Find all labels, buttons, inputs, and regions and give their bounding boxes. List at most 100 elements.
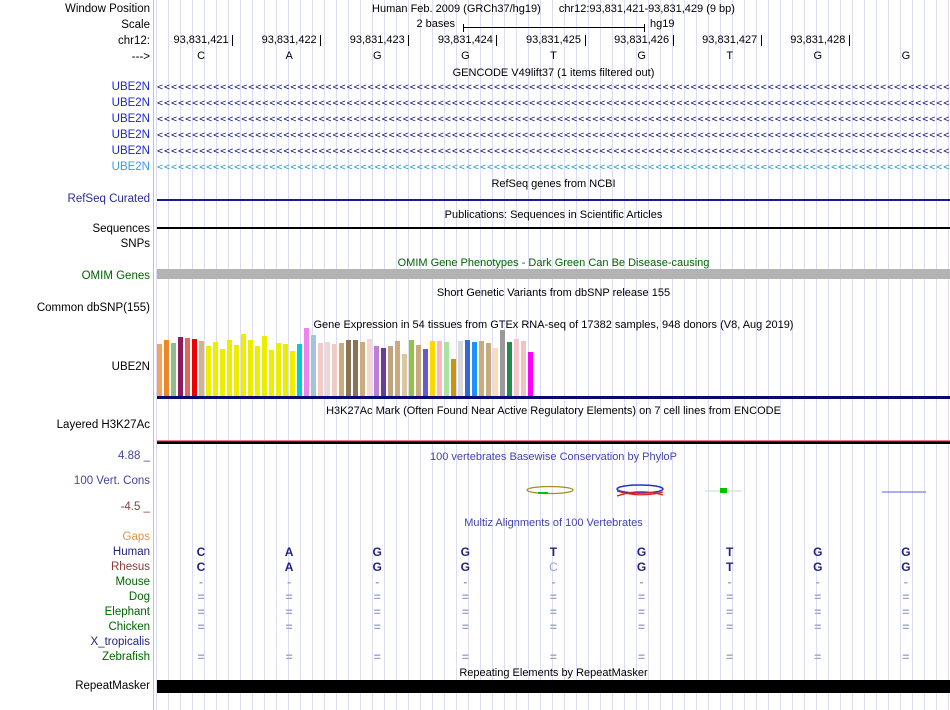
multiz-aligned-base: = — [686, 591, 774, 604]
gencode-transcript-label[interactable]: UBE2N — [0, 128, 150, 142]
gtex-tissue-bar[interactable] — [164, 340, 169, 396]
repeatmasker-label[interactable]: RepeatMasker — [0, 679, 150, 693]
gtex-tissue-bar[interactable] — [269, 350, 274, 396]
gtex-tissue-bar[interactable] — [332, 344, 337, 396]
gtex-tissue-bar[interactable] — [402, 354, 407, 396]
gencode-transcript-label[interactable]: UBE2N — [0, 160, 150, 174]
gtex-tissue-bar[interactable] — [458, 341, 463, 396]
multiz-species-label[interactable]: Gaps — [0, 530, 150, 544]
common-dbsnp-label[interactable]: Common dbSNP(155) — [0, 301, 150, 315]
gtex-tissue-bar[interactable] — [451, 359, 456, 396]
gencode-transcript-line[interactable]: <<<<<<<<<<<<<<<<<<<<<<<<<<<<<<<<<<<<<<<<… — [157, 97, 950, 110]
refseq-curated-gene-line[interactable] — [157, 199, 950, 201]
gencode-transcript-label[interactable]: UBE2N — [0, 96, 150, 110]
gtex-tissue-bar[interactable] — [171, 343, 176, 396]
gtex-tissue-bar[interactable] — [486, 343, 491, 396]
multiz-aligned-base: G — [333, 561, 421, 574]
gtex-tissue-bar[interactable] — [290, 351, 295, 396]
gtex-tissue-bar[interactable] — [416, 345, 421, 396]
gtex-tissue-bar[interactable] — [311, 335, 316, 396]
gtex-tissue-bar[interactable] — [213, 342, 218, 396]
gtex-tissue-bar[interactable] — [241, 334, 246, 396]
h3k27ac-signal-line-black[interactable] — [157, 442, 950, 444]
multiz-species-label[interactable]: Rhesus — [0, 560, 150, 574]
omim-gene-bar[interactable] — [157, 269, 950, 279]
gencode-transcript-label[interactable]: UBE2N — [0, 112, 150, 126]
gtex-tissue-bar[interactable] — [206, 346, 211, 396]
gtex-gene-model-line[interactable] — [157, 396, 950, 399]
gtex-tissue-bar[interactable] — [283, 344, 288, 396]
multiz-species-label[interactable]: Chicken — [0, 620, 150, 634]
gtex-tissue-bar[interactable] — [318, 343, 323, 396]
snps-label[interactable]: SNPs — [0, 237, 150, 251]
gencode-transcript-line[interactable]: <<<<<<<<<<<<<<<<<<<<<<<<<<<<<<<<<<<<<<<<… — [157, 113, 950, 126]
multiz-aligned-base: G — [421, 561, 509, 574]
multiz-species-label[interactable]: Dog — [0, 590, 150, 604]
gtex-tissue-bar[interactable] — [367, 339, 372, 396]
gencode-transcript-line[interactable]: <<<<<<<<<<<<<<<<<<<<<<<<<<<<<<<<<<<<<<<<… — [157, 129, 950, 142]
gtex-tissue-bar[interactable] — [409, 340, 414, 396]
gtex-tissue-bar[interactable] — [227, 340, 232, 396]
gtex-tissue-bar[interactable] — [353, 340, 358, 396]
gtex-tissue-bar[interactable] — [199, 341, 204, 396]
gtex-tissue-bar[interactable] — [234, 345, 239, 396]
ruler-base-letter: G — [598, 50, 686, 63]
gtex-tissue-bar[interactable] — [479, 341, 484, 396]
multiz-species-label[interactable]: X_tropicalis — [0, 635, 150, 649]
sequences-item-line[interactable] — [157, 227, 950, 229]
multiz-species-label[interactable]: Mouse — [0, 575, 150, 589]
gtex-tissue-bar[interactable] — [304, 328, 309, 396]
gtex-tissue-bar[interactable] — [276, 343, 281, 396]
gtex-tissue-bar[interactable] — [374, 346, 379, 396]
gtex-tissue-bar[interactable] — [185, 338, 190, 396]
gtex-tissue-bar[interactable] — [395, 341, 400, 396]
gtex-tissue-bar[interactable] — [437, 341, 442, 396]
gtex-tissue-bar[interactable] — [423, 349, 428, 396]
repeatmasker-element-bar[interactable] — [157, 680, 950, 693]
multiz-species-label[interactable]: Zebrafish — [0, 650, 150, 664]
gtex-tissue-bar[interactable] — [500, 330, 505, 396]
gencode-transcript-line[interactable]: <<<<<<<<<<<<<<<<<<<<<<<<<<<<<<<<<<<<<<<<… — [157, 81, 950, 94]
position-tick — [408, 35, 409, 46]
gtex-tissue-bar[interactable] — [220, 349, 225, 396]
gtex-tissue-bar[interactable] — [381, 348, 386, 396]
gtex-tissue-bar[interactable] — [262, 336, 267, 396]
sequences-label[interactable]: Sequences — [0, 222, 150, 236]
gtex-tissue-bar[interactable] — [325, 342, 330, 396]
gtex-tissue-bar[interactable] — [360, 342, 365, 396]
layered-h3k27ac-label[interactable]: Layered H3K27Ac — [0, 418, 150, 432]
multiz-species-label[interactable]: Human — [0, 545, 150, 559]
conservation-wiggle-marks[interactable] — [157, 480, 950, 505]
gtex-tissue-bar[interactable] — [192, 339, 197, 396]
omim-genes-label[interactable]: OMIM Genes — [0, 269, 150, 283]
gtex-tissue-bar[interactable] — [472, 342, 477, 396]
gtex-tissue-bar[interactable] — [528, 352, 533, 396]
gencode-transcript-label[interactable]: UBE2N — [0, 144, 150, 158]
gencode-transcript-line[interactable]: <<<<<<<<<<<<<<<<<<<<<<<<<<<<<<<<<<<<<<<<… — [157, 161, 950, 174]
gtex-gene-label[interactable]: UBE2N — [0, 360, 150, 374]
gtex-tissue-bar[interactable] — [465, 340, 470, 396]
gtex-tissue-bar[interactable] — [514, 339, 519, 396]
multiz-aligned-base: A — [245, 546, 333, 559]
gencode-transcript-line[interactable]: <<<<<<<<<<<<<<<<<<<<<<<<<<<<<<<<<<<<<<<<… — [157, 145, 950, 158]
multiz-species-label[interactable]: Elephant — [0, 605, 150, 619]
gtex-tissue-bar[interactable] — [339, 343, 344, 396]
multiz-aligned-base: G — [421, 546, 509, 559]
gencode-transcript-label[interactable]: UBE2N — [0, 80, 150, 94]
gtex-tissue-bar[interactable] — [493, 348, 498, 396]
gtex-tissue-bar[interactable] — [430, 341, 435, 396]
gtex-tissue-bar[interactable] — [297, 344, 302, 396]
refseq-curated-label[interactable]: RefSeq Curated — [0, 192, 150, 206]
gtex-tissue-bar[interactable] — [248, 340, 253, 396]
gtex-tissue-bar[interactable] — [507, 342, 512, 396]
gtex-tissue-bar[interactable] — [157, 344, 162, 396]
conservation-track-label[interactable]: 100 Vert. Cons — [0, 474, 150, 488]
gtex-tissue-bar[interactable] — [178, 337, 183, 396]
gtex-tissue-bar[interactable] — [444, 342, 449, 396]
multiz-aligned-base: = — [157, 606, 245, 619]
gtex-tissue-bar[interactable] — [346, 340, 351, 396]
multiz-aligned-base: G — [862, 546, 950, 559]
gtex-tissue-bar[interactable] — [521, 341, 526, 396]
gtex-tissue-bar[interactable] — [388, 346, 393, 396]
gtex-tissue-bar[interactable] — [255, 346, 260, 396]
